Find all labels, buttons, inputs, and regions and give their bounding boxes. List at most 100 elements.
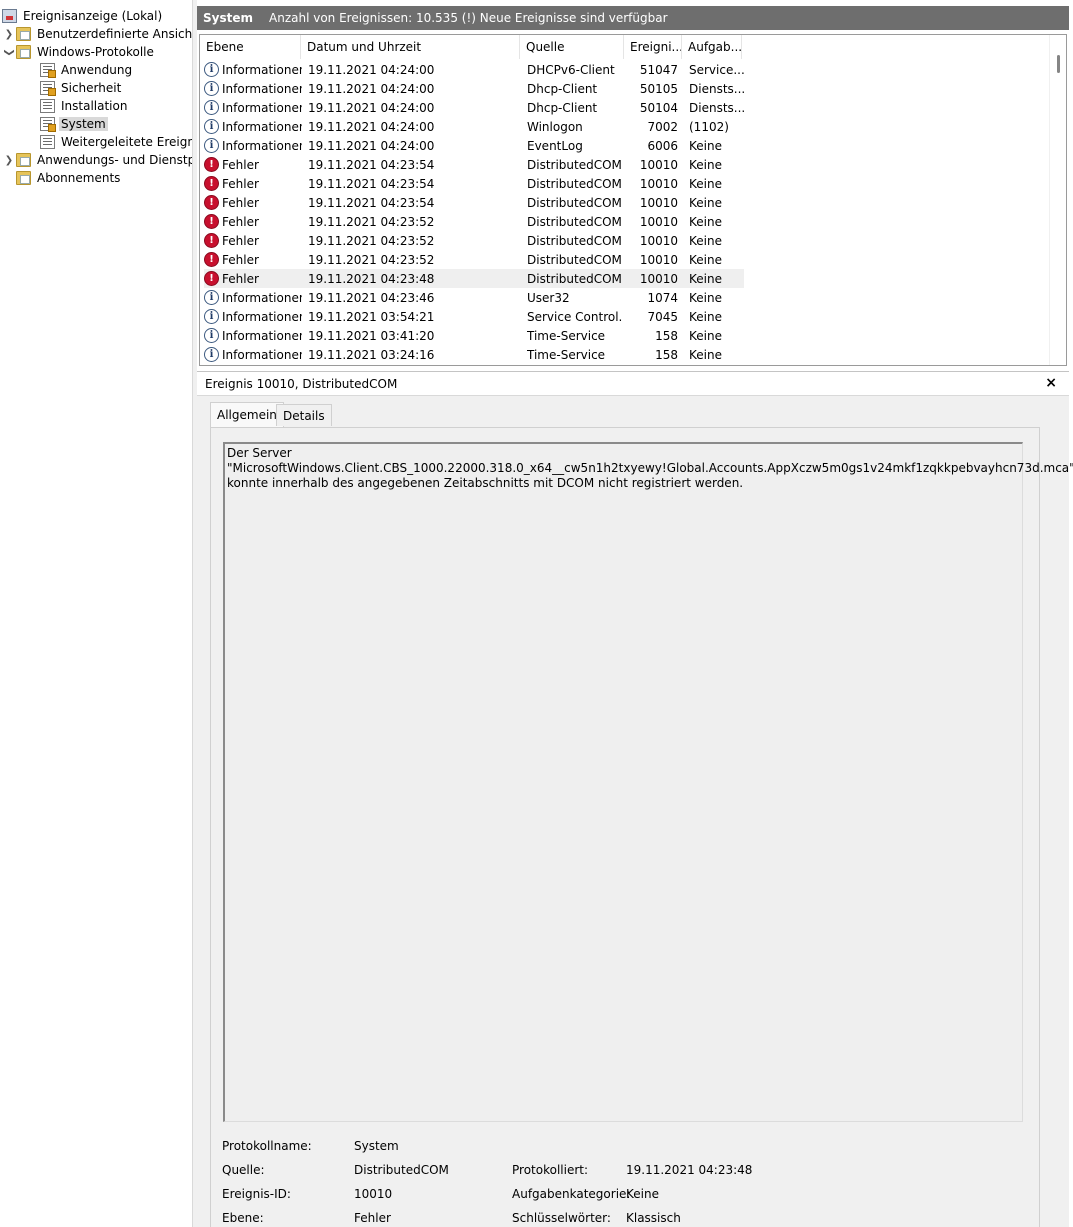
cell-id: 6006 bbox=[647, 138, 678, 153]
level-cell: i Informationen bbox=[204, 136, 302, 155]
info-icon: i bbox=[204, 309, 219, 324]
tree-item-label: Benutzerdefinierte Ansichten bbox=[37, 27, 193, 41]
event-row[interactable]: ! Fehler 19.11.2021 04:23:54 DistributedCOM… bbox=[204, 193, 744, 212]
tree-item-custom-views[interactable]: ❯ Benutzerdefinierte Ansichten bbox=[2, 25, 193, 43]
cell-id: 51047 bbox=[639, 62, 678, 77]
tree-item-application-log[interactable]: Anwendung bbox=[40, 61, 134, 79]
column-header-source[interactable]: Quelle bbox=[520, 35, 624, 59]
cell-date: 19.11.2021 04:23:46 bbox=[308, 290, 435, 305]
error-icon: ! bbox=[204, 233, 219, 248]
tree-root[interactable]: Ereignisanzeige (Lokal) bbox=[2, 7, 164, 25]
tree-item-subscriptions[interactable]: Abonnements bbox=[16, 169, 122, 187]
info-icon: i bbox=[204, 62, 219, 77]
tree-item-security-log[interactable]: Sicherheit bbox=[40, 79, 123, 97]
cell-task: Keine bbox=[689, 176, 722, 191]
chevron-right-icon[interactable]: ❯ bbox=[2, 29, 16, 40]
chevron-right-icon[interactable]: ❯ bbox=[2, 155, 16, 166]
cell-id: 50104 bbox=[639, 100, 678, 115]
tree-item-setup-log[interactable]: Installation bbox=[40, 97, 129, 115]
event-viewer-icon bbox=[2, 9, 17, 23]
event-row[interactable]: ! Fehler 19.11.2021 04:23:48 DistributedCOM… bbox=[204, 269, 744, 288]
column-header-task-category[interactable]: Aufgab... bbox=[682, 35, 742, 59]
event-row[interactable]: ! Fehler 19.11.2021 04:23:54 DistributedCOM… bbox=[204, 174, 744, 193]
vertical-scrollbar[interactable] bbox=[1049, 35, 1066, 365]
event-row[interactable]: i Informationen 19.11.2021 04:24:00 Dhcp-Cl… bbox=[204, 98, 744, 117]
tree-item-system-log[interactable]: System bbox=[40, 115, 108, 133]
cell-id: 10010 bbox=[639, 195, 678, 210]
event-row[interactable]: i Informationen 19.11.2021 04:24:00 Dhcp-Cl… bbox=[204, 79, 744, 98]
column-header-level[interactable]: Ebene bbox=[200, 35, 301, 59]
level-cell: ! Fehler bbox=[204, 174, 302, 193]
event-row[interactable]: ! Fehler 19.11.2021 04:23:52 DistributedCOM… bbox=[204, 231, 744, 250]
column-header-datetime[interactable]: Datum und Uhrzeit bbox=[301, 35, 520, 59]
error-icon: ! bbox=[204, 271, 219, 286]
event-row[interactable]: i Informationen 19.11.2021 04:24:00 DHCPv6-… bbox=[204, 60, 744, 79]
close-icon[interactable]: × bbox=[1045, 375, 1057, 391]
subscriptions-icon bbox=[16, 171, 31, 185]
level-cell: ! Fehler bbox=[204, 231, 302, 250]
level-label: Ebene: bbox=[222, 1211, 264, 1225]
event-row[interactable]: ! Fehler 19.11.2021 04:23:54 DistributedCOM… bbox=[204, 155, 744, 174]
cell-level: Informationen bbox=[222, 81, 302, 96]
level-cell: i Informationen bbox=[204, 79, 302, 98]
cell-id: 7045 bbox=[647, 309, 678, 324]
event-detail-pane: Ereignis 10010, DistributedCOM × Allgeme… bbox=[197, 371, 1073, 1227]
navigation-tree: Ereignisanzeige (Lokal) ❯ Benutzerdefini… bbox=[0, 0, 193, 1227]
column-header-event-id[interactable]: Ereigni... bbox=[624, 35, 682, 59]
cell-source: User32 bbox=[527, 290, 570, 305]
event-row[interactable]: i Informationen 19.11.2021 04:23:46 User32 1… bbox=[204, 288, 744, 307]
info-icon: i bbox=[204, 119, 219, 134]
cell-source: EventLog bbox=[527, 138, 583, 153]
event-row[interactable]: i Informationen 19.11.2021 03:41:20 Time-Se… bbox=[204, 326, 744, 345]
tree-item-forwarded-events[interactable]: Weitergeleitete Ereignisse bbox=[40, 133, 192, 151]
cell-level: Fehler bbox=[222, 252, 259, 267]
cell-date: 19.11.2021 04:23:52 bbox=[308, 252, 435, 267]
event-id-label: Ereignis-ID: bbox=[222, 1187, 291, 1201]
cell-task: Keine bbox=[689, 195, 722, 210]
cell-task: Keine bbox=[689, 290, 722, 305]
event-row[interactable]: ! Fehler 19.11.2021 04:23:52 DistributedCOM… bbox=[204, 250, 744, 269]
cell-source: Time-Service bbox=[527, 328, 606, 343]
error-icon: ! bbox=[204, 195, 219, 210]
cell-task: Service... bbox=[689, 62, 744, 77]
tree-root-label: Ereignisanzeige (Lokal) bbox=[23, 9, 163, 23]
cell-level: Informationen bbox=[222, 290, 302, 305]
cell-date: 19.11.2021 03:41:20 bbox=[308, 328, 435, 343]
cell-date: 19.11.2021 04:24:00 bbox=[308, 62, 435, 77]
chevron-down-icon[interactable]: ❯ bbox=[4, 45, 15, 59]
level-cell: i Informationen bbox=[204, 307, 302, 326]
info-icon: i bbox=[204, 100, 219, 115]
tree-item-windows-logs[interactable]: ❯ Windows-Protokolle bbox=[2, 43, 156, 61]
cell-date: 19.11.2021 04:23:54 bbox=[308, 176, 435, 191]
level-value: Fehler bbox=[354, 1211, 391, 1225]
cell-task: Keine bbox=[689, 233, 722, 248]
log-name-value: System bbox=[354, 1139, 399, 1153]
logged-value: 19.11.2021 04:23:48 bbox=[626, 1163, 753, 1177]
cell-date: 19.11.2021 04:23:48 bbox=[308, 271, 435, 286]
info-icon: i bbox=[204, 81, 219, 96]
event-row[interactable]: ! Fehler 19.11.2021 04:23:52 DistributedCOM… bbox=[204, 212, 744, 231]
cell-source: DistributedCOM bbox=[527, 214, 622, 229]
cell-task: Diensts... bbox=[689, 100, 744, 115]
tab-general[interactable]: Allgemein bbox=[210, 402, 284, 427]
cell-date: 19.11.2021 04:24:00 bbox=[308, 119, 435, 134]
cell-task: (1102) bbox=[689, 119, 729, 134]
event-row[interactable]: i Informationen 19.11.2021 04:24:00 EventLo… bbox=[204, 136, 744, 155]
level-cell: ! Fehler bbox=[204, 193, 302, 212]
cell-date: 19.11.2021 04:23:52 bbox=[308, 233, 435, 248]
folder-icon bbox=[16, 27, 31, 41]
event-row[interactable]: i Informationen 19.11.2021 04:24:00 Winlogo… bbox=[204, 117, 744, 136]
task-category-label: Aufgabenkategorie: bbox=[512, 1187, 631, 1201]
log-icon bbox=[40, 63, 56, 78]
level-cell: i Informationen bbox=[204, 117, 302, 136]
cell-id: 10010 bbox=[639, 252, 678, 267]
cell-level: Fehler bbox=[222, 157, 259, 172]
tree-item-label: Weitergeleitete Ereignisse bbox=[61, 135, 192, 149]
tab-details[interactable]: Details bbox=[276, 404, 332, 426]
scrollbar-thumb[interactable] bbox=[1057, 55, 1060, 73]
event-message[interactable]: Der Server "MicrosoftWindows.Client.CBS_… bbox=[223, 442, 1073, 1122]
event-row[interactable]: i Informationen 19.11.2021 03:24:16 Time-Se… bbox=[204, 345, 744, 364]
task-category-value: Keine bbox=[626, 1187, 659, 1201]
tree-item-app-service-logs[interactable]: ❯ Anwendungs- und Dienstprotokolle bbox=[2, 151, 192, 169]
event-row[interactable]: i Informationen 19.11.2021 03:54:21 Service… bbox=[204, 307, 744, 326]
